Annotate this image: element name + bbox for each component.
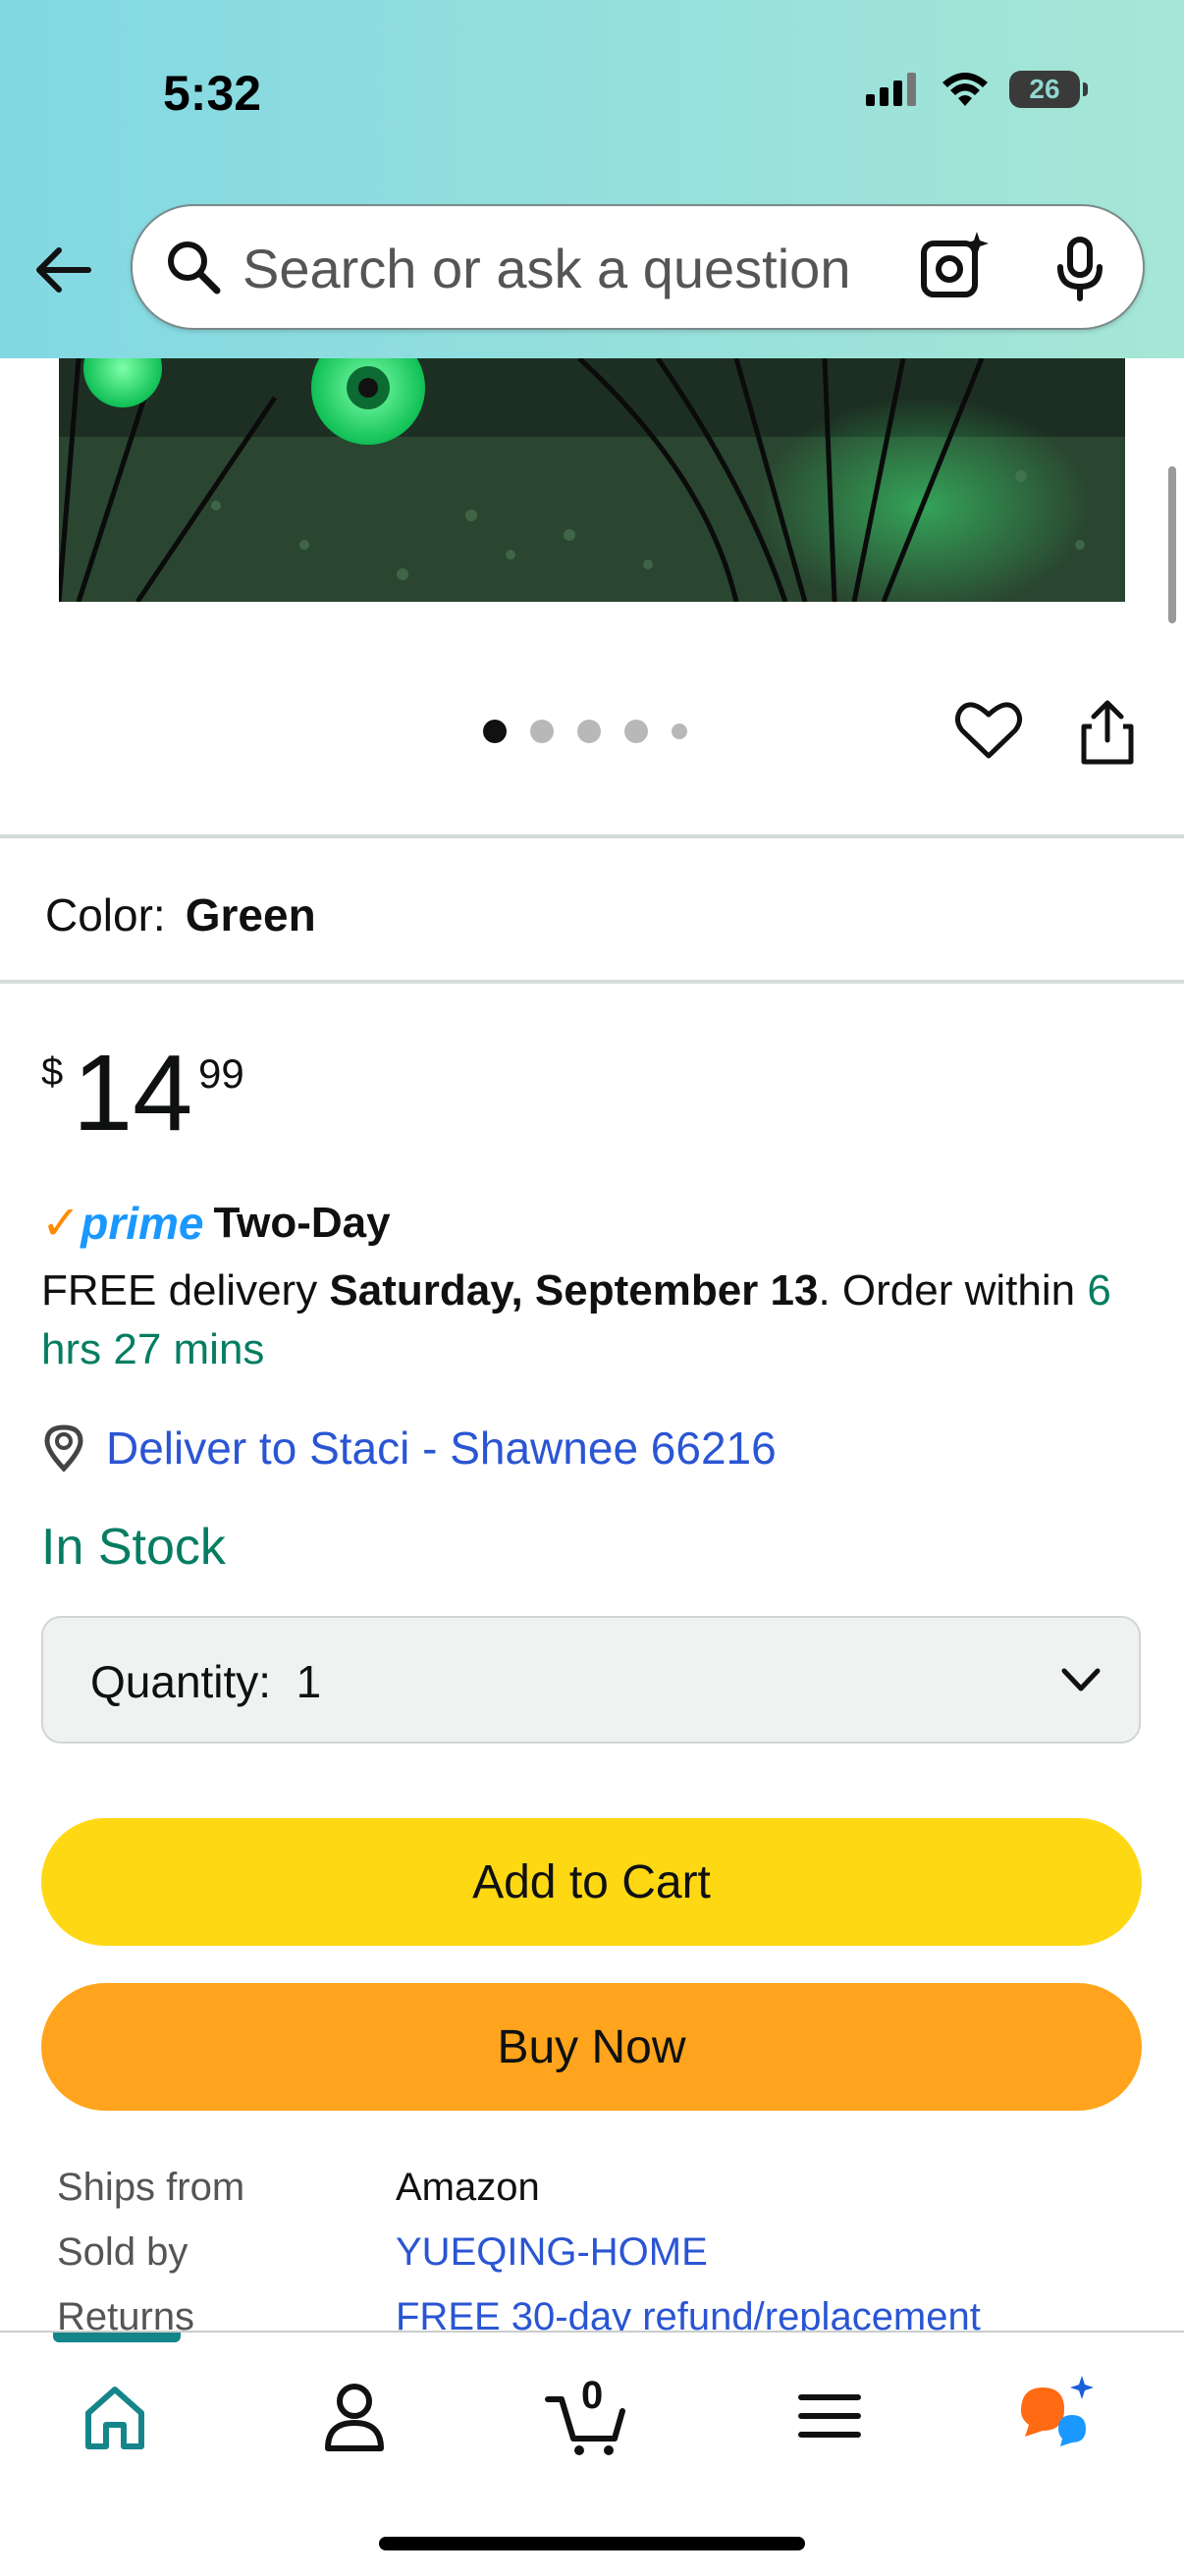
deliver-to-link[interactable]: Deliver to Staci - Shawnee 66216 xyxy=(41,1422,777,1475)
quantity-label-text: Quantity: xyxy=(90,1656,272,1707)
camera-lens-icon[interactable] xyxy=(918,230,993,304)
prime-logo: prime xyxy=(81,1198,204,1249)
stock-status: In Stock xyxy=(41,1519,226,1576)
prime-two-day: Two-Day xyxy=(213,1199,391,1247)
add-to-cart-button[interactable]: Add to Cart xyxy=(41,1818,1142,1946)
carousel-dot[interactable] xyxy=(672,724,687,739)
search-bar[interactable] xyxy=(131,204,1145,330)
carousel-dot[interactable] xyxy=(577,720,601,743)
prime-check-icon: ✓ xyxy=(41,1198,81,1250)
back-arrow-icon[interactable] xyxy=(29,236,98,304)
deliver-to-text[interactable]: Deliver to Staci - Shawnee 66216 xyxy=(106,1422,777,1475)
color-value: Green xyxy=(185,889,316,940)
color-selection: Color: Green xyxy=(45,888,316,941)
delivery-date: Saturday, September 13 xyxy=(329,1266,819,1315)
color-label: Color: xyxy=(45,889,166,940)
price-fraction: 99 xyxy=(198,1050,244,1097)
buy-now-button[interactable]: Buy Now xyxy=(41,1983,1142,2111)
signal-icon xyxy=(866,73,916,106)
status-icons: 26 xyxy=(866,71,1088,108)
battery-icon: 26 xyxy=(1009,71,1088,108)
heart-icon[interactable] xyxy=(954,699,1023,762)
delivery-mid: . Order within xyxy=(818,1266,1088,1315)
info-row: Ships from Amazon xyxy=(57,2166,981,2230)
info-key: Ships from xyxy=(57,2166,245,2209)
active-tab-indicator xyxy=(53,2333,181,2342)
top-header: 5:32 26 xyxy=(0,0,1184,358)
info-value: Amazon xyxy=(396,2166,540,2209)
info-row: Sold by YUEQING-HOME xyxy=(57,2230,981,2295)
delivery-prefix: FREE delivery xyxy=(41,1266,330,1315)
menu-icon[interactable] xyxy=(785,2372,874,2460)
product-image[interactable] xyxy=(59,358,1125,602)
quantity-label: Quantity: 1 xyxy=(90,1655,321,1708)
home-indicator xyxy=(379,2537,805,2550)
price-currency: $ xyxy=(41,1050,64,1094)
home-icon[interactable] xyxy=(71,2372,159,2460)
battery-level: 26 xyxy=(1029,74,1060,104)
account-icon[interactable] xyxy=(310,2372,399,2460)
price-whole: 14 xyxy=(73,1033,193,1154)
section-divider xyxy=(0,834,1184,838)
search-icon xyxy=(168,242,221,295)
prime-badge: ✓ prime Two-Day xyxy=(41,1196,391,1251)
cart-count: 0 xyxy=(581,2374,604,2417)
page-scrollbar[interactable] xyxy=(1168,466,1176,623)
microphone-icon[interactable] xyxy=(1046,234,1114,302)
carousel-dot[interactable] xyxy=(530,720,554,743)
rufus-assistant-icon[interactable] xyxy=(1013,2372,1102,2460)
carousel-dot[interactable] xyxy=(624,720,648,743)
status-time: 5:32 xyxy=(163,66,262,121)
seller-link[interactable]: YUEQING-HOME xyxy=(396,2230,708,2295)
share-icon[interactable] xyxy=(1078,697,1137,768)
cart-tab[interactable]: 0 xyxy=(544,2372,632,2460)
chevron-down-icon xyxy=(1061,1668,1101,1691)
carousel-dot[interactable] xyxy=(483,720,507,743)
location-pin-icon xyxy=(44,1424,83,1473)
carousel-dots[interactable] xyxy=(483,720,687,743)
quantity-value: 1 xyxy=(296,1656,322,1707)
info-key: Sold by xyxy=(57,2230,188,2274)
quantity-dropdown[interactable]: Quantity: 1 xyxy=(41,1616,1141,1744)
wifi-icon xyxy=(942,73,988,106)
delivery-info: FREE delivery Saturday, September 13. Or… xyxy=(41,1261,1141,1379)
section-divider xyxy=(0,980,1184,984)
